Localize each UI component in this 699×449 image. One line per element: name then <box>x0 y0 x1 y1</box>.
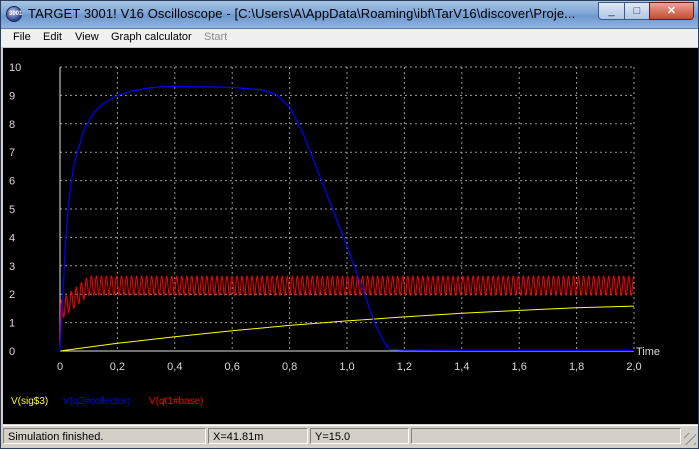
x-tick-label: 0,2 <box>110 361 125 373</box>
x-tick-label: 1,4 <box>454 361 469 373</box>
y-tick-label: 0 <box>9 346 15 358</box>
status-bar: Simulation finished. X=41.81m Y=15.0 <box>3 425 698 447</box>
legend-entry: V(q2#collector) <box>63 396 130 407</box>
oscilloscope-plot[interactable]: 0 0,2 0,4 0,6 0,8 1,0 1,2 1,4 1,6 1,8 2,0 0 1 2 3 4 5 6 7 8… <box>3 48 698 424</box>
oscilloscope-display[interactable]: 0 0,2 0,4 0,6 0,8 1,0 1,2 1,4 1,6 1,8 2,0 0 1 2 3 4 5 6 7 8… <box>3 48 698 424</box>
window-title: TARGET 3001! V16 Oscilloscope - [C:\User… <box>28 6 576 21</box>
maximize-button[interactable]: □ <box>624 2 650 20</box>
x-tick-label: 0,4 <box>167 361 182 373</box>
y-tick-label: 5 <box>9 204 15 216</box>
menu-bar: File Edit View Graph calculator Start <box>1 29 698 48</box>
title-bar[interactable]: 3001 TARGET 3001! V16 Oscilloscope - [C:… <box>1 1 698 29</box>
close-button[interactable]: ✕ <box>649 2 694 20</box>
minimize-button[interactable]: _ <box>598 2 625 20</box>
y-tick-label: 7 <box>9 147 15 159</box>
y-tick-label: 9 <box>9 90 15 102</box>
x-tick-label: 0 <box>57 361 63 373</box>
y-tick-label: 3 <box>9 261 15 273</box>
menu-file[interactable]: File <box>13 31 31 43</box>
menu-start-disabled: Start <box>204 31 228 43</box>
resize-grip-icon[interactable] <box>684 433 696 445</box>
y-tick-label: 8 <box>9 119 15 131</box>
legend-entry: V(sig$3) <box>11 396 48 407</box>
y-cursor-readout: Y=15.0 <box>310 428 409 444</box>
x-tick-label: 0,8 <box>282 361 297 373</box>
y-tick-label: 2 <box>9 289 15 301</box>
legend-entry: V(qt1#base) <box>149 396 203 407</box>
x-tick-label: 2,0 <box>626 361 641 373</box>
x-axis-label: Time <box>636 346 660 358</box>
x-tick-label: 1,8 <box>569 361 584 373</box>
status-pane-empty <box>411 428 681 444</box>
menu-edit[interactable]: Edit <box>43 31 62 43</box>
x-tick-label: 0,6 <box>225 361 240 373</box>
menu-graph-calculator[interactable]: Graph calculator <box>111 31 192 43</box>
target-app-icon[interactable]: 3001 <box>6 6 22 22</box>
x-cursor-readout: X=41.81m <box>208 428 308 444</box>
oscilloscope-window: 3001 TARGET 3001! V16 Oscilloscope - [C:… <box>0 0 699 449</box>
y-tick-label: 6 <box>9 176 15 188</box>
menu-view[interactable]: View <box>75 31 99 43</box>
x-tick-label: 1,0 <box>339 361 354 373</box>
y-tick-label: 1 <box>9 318 15 330</box>
y-tick-label: 4 <box>9 232 15 244</box>
y-tick-label: 10 <box>9 62 21 74</box>
x-tick-label: 1,2 <box>397 361 412 373</box>
x-tick-label: 1,6 <box>512 361 527 373</box>
status-message: Simulation finished. <box>3 428 206 444</box>
